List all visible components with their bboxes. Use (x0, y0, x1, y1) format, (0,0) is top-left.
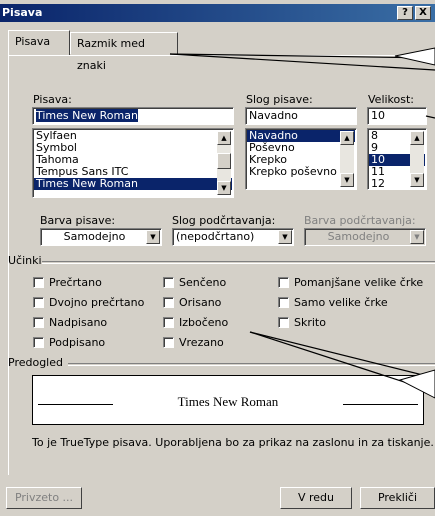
checkbox-shadow[interactable]: Senčeno (163, 276, 226, 289)
checkbox-box[interactable] (278, 277, 289, 288)
effects-divider (42, 261, 435, 264)
checkbox-box[interactable] (33, 317, 44, 328)
checkbox-box[interactable] (33, 337, 44, 348)
chevron-down-icon[interactable]: ▼ (146, 230, 160, 244)
font-color-select[interactable]: Samodejno ▼ (40, 228, 162, 246)
checkbox-label: Prečrtano (49, 276, 102, 289)
font-list[interactable]: Sylfaen Symbol Tahoma Tempus Sans ITC Times … (32, 128, 234, 198)
style-list-item[interactable]: Krepko poševno (247, 166, 355, 178)
cancel-button[interactable]: Prekliči (360, 487, 435, 509)
checkbox-label: Nadpisano (49, 316, 108, 329)
font-input-value: Times New Roman (36, 109, 138, 122)
size-input[interactable]: 10 (367, 107, 427, 125)
font-label: Pisava: (33, 93, 72, 106)
checkbox-hidden[interactable]: Skrito (278, 316, 326, 329)
checkbox-box[interactable] (163, 337, 174, 348)
underline-style-label: Slog podčrtavanja: (172, 214, 276, 227)
size-list-scrollbar[interactable]: ▲ ▼ (410, 131, 424, 187)
chevron-down-icon[interactable]: ▼ (410, 230, 424, 244)
checkbox-double-strikethrough[interactable]: Dvojno prečrtano (33, 296, 144, 309)
checkbox-label: Skrito (294, 316, 326, 329)
preview-box: Times New Roman (32, 375, 424, 425)
preview-sample-text: Times New Roman (177, 394, 279, 409)
style-list-scrollbar[interactable]: ▲ ▼ (340, 131, 354, 187)
checkbox-label: Samo velike črke (294, 296, 388, 309)
font-input[interactable]: Times New Roman (32, 107, 234, 125)
checkbox-label: Izbočeno (179, 316, 229, 329)
style-list[interactable]: Navadno Poševno Krepko Krepko poševno ▲ ▼ (245, 128, 357, 190)
checkbox-small-caps[interactable]: Pomanjšane velike črke (278, 276, 423, 289)
size-list[interactable]: 8 9 10 11 12 ▲ ▼ (367, 128, 427, 190)
checkbox-label: Pomanjšane velike črke (294, 276, 424, 289)
tab-font[interactable]: Pisava (8, 30, 70, 55)
scroll-up-icon[interactable]: ▲ (340, 131, 354, 145)
font-info-text: To je TrueType pisava. Uporabljena bo za… (32, 436, 434, 449)
style-input[interactable]: Navadno (245, 107, 357, 125)
chevron-down-icon[interactable]: ▼ (278, 230, 292, 244)
checkbox-strikethrough[interactable]: Prečrtano (33, 276, 102, 289)
checkbox-label: Senčeno (179, 276, 227, 289)
font-list-scrollbar[interactable]: ▲ ▼ (217, 131, 231, 195)
checkbox-emboss[interactable]: Izbočeno (163, 316, 228, 329)
scroll-down-icon[interactable]: ▼ (410, 173, 424, 187)
ok-button[interactable]: V redu (280, 487, 352, 509)
underline-color-value: Samodejno (327, 230, 390, 243)
checkbox-engrave[interactable]: Vrezano (163, 336, 224, 349)
scroll-down-icon[interactable]: ▼ (340, 173, 354, 187)
checkbox-subscript[interactable]: Podpisano (33, 336, 105, 349)
style-label: Slog pisave: (246, 93, 313, 106)
font-list-item[interactable]: Times New Roman (34, 178, 232, 190)
tab-character-spacing[interactable]: Razmik med znaki (70, 32, 178, 72)
checkbox-all-caps[interactable]: Samo velike črke (278, 296, 388, 309)
checkbox-box[interactable] (163, 277, 174, 288)
checkbox-box[interactable] (163, 297, 174, 308)
underline-style-value: (nepodčrtano) (176, 230, 255, 243)
close-button[interactable]: X (415, 6, 431, 20)
preview-label: Predogled (8, 356, 63, 369)
preview-divider (68, 363, 435, 366)
scroll-up-icon[interactable]: ▲ (410, 131, 424, 145)
scroll-thumb[interactable] (217, 153, 231, 169)
preview-rule-right (343, 404, 418, 405)
title-bar: Pisava ? X (0, 4, 435, 22)
checkbox-box[interactable] (33, 277, 44, 288)
checkbox-box[interactable] (278, 297, 289, 308)
underline-color-label: Barva podčrtavanja: (304, 214, 416, 227)
window-title: Pisava (2, 6, 43, 19)
font-dialog: Pisava ? X Pisava Razmik med znaki Pisav… (0, 0, 435, 516)
size-label: Velikost: (368, 93, 415, 106)
checkbox-label: Dvojno prečrtano (49, 296, 145, 309)
underline-style-select[interactable]: (nepodčrtano) ▼ (172, 228, 294, 246)
checkbox-outline[interactable]: Orisano (163, 296, 221, 309)
scroll-up-icon[interactable]: ▲ (217, 131, 231, 145)
checkbox-box[interactable] (163, 317, 174, 328)
checkbox-label: Vrezano (179, 336, 224, 349)
help-button[interactable]: ? (397, 6, 413, 20)
font-color-value: Samodejno (63, 230, 126, 243)
checkbox-label: Podpisano (49, 336, 106, 349)
underline-color-select[interactable]: Samodejno ▼ (304, 228, 426, 246)
checkbox-superscript[interactable]: Nadpisano (33, 316, 107, 329)
effects-label: Učinki (8, 254, 42, 267)
checkbox-label: Orisano (179, 296, 222, 309)
checkbox-box[interactable] (278, 317, 289, 328)
checkbox-box[interactable] (33, 297, 44, 308)
scroll-down-icon[interactable]: ▼ (217, 181, 231, 195)
font-color-label: Barva pisave: (40, 214, 116, 227)
default-button[interactable]: Privzeto ... (6, 487, 82, 509)
